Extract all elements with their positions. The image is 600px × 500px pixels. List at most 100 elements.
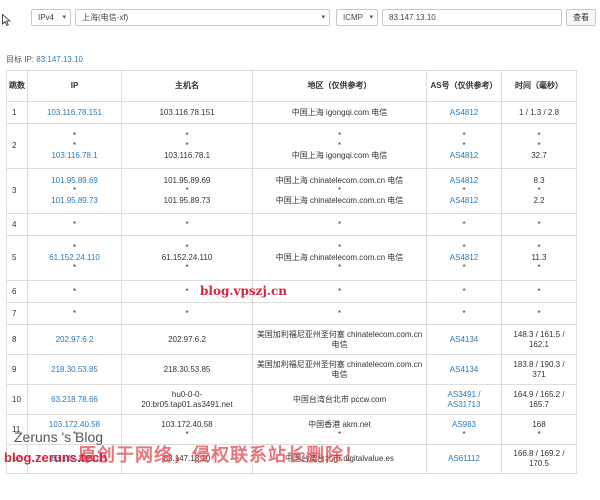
- time-text: *: [537, 429, 541, 439]
- as-link[interactable]: AS4812: [429, 176, 499, 186]
- as-link[interactable]: AS4812: [429, 253, 499, 263]
- host-cell: 218.30.53.85: [121, 354, 253, 385]
- as-cell: *: [426, 213, 502, 236]
- host-cell: * 61.152.24.110 *: [121, 235, 253, 281]
- region-cell: 中国上海 igongqi.com 电信: [252, 101, 427, 124]
- time-text: 1 / 1.3 / 2.8: [518, 107, 560, 117]
- ip-link[interactable]: 103.116.78.1: [30, 151, 119, 161]
- host-text: hu0-0-0-: [171, 389, 203, 399]
- region-text: 中国上海 igongqi.com 电信: [291, 107, 388, 117]
- region-cell: 中国香港 akm.net *: [252, 414, 427, 445]
- as-cell: AS4812: [426, 101, 502, 124]
- host-cell: 202.97.6.2: [121, 324, 253, 355]
- as-link[interactable]: AS4134: [429, 335, 499, 345]
- protocol-select[interactable]: ICMP ▾: [336, 9, 378, 26]
- time-cell: *: [501, 213, 577, 236]
- as-link[interactable]: AS4134: [429, 365, 499, 375]
- host-cell: * * 103.116.78.1: [121, 123, 253, 169]
- time-cell: 168 *: [501, 414, 577, 445]
- as-link[interactable]: AS4812: [429, 196, 499, 206]
- ip-link[interactable]: 101.95.89.73: [30, 196, 119, 206]
- ip-cell: *: [27, 213, 122, 236]
- region-text: 美国加利福尼亚州圣何塞 chinatelecom.com.cn: [256, 329, 423, 339]
- watermark-notice: 原创于网络，侵权联系站长删除！: [78, 445, 363, 465]
- region-text: *: [337, 219, 342, 229]
- as-link[interactable]: AS3491 /: [429, 390, 499, 400]
- as-cell: AS4134: [426, 354, 502, 385]
- host-text: 101.95.89.73: [163, 196, 211, 205]
- as-link[interactable]: AS4812: [429, 108, 499, 118]
- ip-link[interactable]: 103.172.40.58: [30, 420, 119, 430]
- time-cell: 183.8 / 190.3 /371: [501, 354, 577, 385]
- table-row: 4 * * * * *: [6, 213, 577, 236]
- time-cell: *: [501, 280, 577, 303]
- ip-link[interactable]: 61.152.24.110: [30, 253, 119, 263]
- as-link[interactable]: AS4812: [429, 151, 499, 161]
- table-body: 1 103.116.78.151 103.116.78.151 中国上海 igongq…: [6, 101, 577, 474]
- region-text: 美国加利福尼亚州圣何塞 chinatelecom.com.cn: [256, 359, 423, 369]
- region-text: *: [337, 131, 342, 140]
- time-text: 183.8 / 190.3 /: [513, 359, 565, 369]
- region-cell: 中国台湾台北市 pccw.com: [252, 384, 427, 415]
- host-text: 101.95.89.69: [163, 176, 211, 185]
- target-input[interactable]: 83.147.13.10: [382, 9, 562, 26]
- ip-link[interactable]: 101.95.89.69: [30, 176, 119, 186]
- host-cell: 101.95.89.69 * 101.95.89.73: [121, 168, 253, 214]
- host-cell: hu0-0-0- 20.br05.tap01.as3491.net: [121, 384, 253, 415]
- region-text: 中国上海 igongqi.com 电信: [291, 151, 388, 160]
- as-text: *: [462, 131, 466, 140]
- target-ip-label: 目标 IP:: [6, 55, 35, 64]
- mouse-cursor-icon: [2, 14, 11, 26]
- protocol-value: ICMP: [343, 13, 363, 22]
- region-text: 中国香港 akm.net: [308, 419, 371, 429]
- as-text: *: [462, 219, 466, 229]
- region-cell: 美国加利福尼亚州圣何塞 chinatelecom.com.cn 电信: [252, 324, 427, 355]
- ip-text: *: [72, 141, 77, 150]
- time-text: *: [537, 131, 541, 140]
- ip-version-value: IPv4: [38, 13, 55, 22]
- chevron-down-icon: ▾: [62, 14, 66, 21]
- header-host: 主机名: [121, 70, 253, 102]
- ip-link[interactable]: 103.116.78.151: [30, 108, 119, 118]
- region-cell: *: [252, 302, 427, 325]
- region-text: 电信: [331, 369, 348, 379]
- time-cell: 148.3 / 161.5 /162.1: [501, 324, 577, 355]
- query-button[interactable]: 查看: [566, 9, 596, 26]
- chevron-down-icon: ▾: [321, 14, 325, 21]
- time-text: 32.7: [531, 151, 547, 160]
- ip-link[interactable]: 202.97.6.2: [30, 335, 119, 345]
- region-text: *: [337, 186, 342, 195]
- as-text: *: [462, 141, 466, 150]
- as-text: *: [462, 263, 466, 272]
- table-row: 7 * * * * *: [6, 302, 577, 325]
- region-cell: * 中国上海 chinatelecom.com.cn 电信 *: [252, 235, 427, 281]
- as-text: *: [462, 243, 466, 252]
- time-text: *: [537, 286, 541, 296]
- host-cell: 103.116.78.151: [121, 101, 253, 124]
- time-text: 11.3: [531, 253, 547, 262]
- ip-cell: * * 103.116.78.1: [27, 123, 122, 169]
- region-cell: *: [252, 213, 427, 236]
- time-cell: 1 / 1.3 / 2.8: [501, 101, 577, 124]
- ip-cell: 202.97.6.2: [27, 324, 122, 355]
- region-text: 中国台湾台北市 pccw.com: [292, 394, 387, 404]
- location-select[interactable]: 上海(电信-xf) ▾: [75, 9, 330, 26]
- as-cell: AS3491 /AS31713: [426, 384, 502, 415]
- hop-number: 7: [6, 302, 28, 325]
- as-link[interactable]: AS31713: [429, 400, 499, 410]
- target-ip-value: 83.147.13.10: [36, 55, 83, 64]
- ip-version-select[interactable]: IPv4 ▾: [31, 9, 71, 26]
- ip-cell: * 61.152.24.110 *: [27, 235, 122, 281]
- as-link[interactable]: AS983: [429, 420, 499, 430]
- chevron-down-icon: ▾: [369, 14, 373, 21]
- as-link[interactable]: AS61112: [429, 454, 499, 464]
- time-text: 2.2: [533, 196, 545, 205]
- hop-number: 3: [6, 168, 28, 214]
- as-cell: *: [426, 280, 502, 303]
- time-text: *: [537, 219, 541, 229]
- region-text: *: [337, 141, 342, 150]
- ip-link[interactable]: 218.30.53.85: [30, 365, 119, 375]
- ip-link[interactable]: 63.218.78.66: [30, 395, 119, 405]
- toolbar: IPv4 ▾ 上海(电信-xf) ▾ ICMP ▾ 83.147.13.10 查…: [0, 0, 600, 36]
- region-text: *: [337, 243, 342, 252]
